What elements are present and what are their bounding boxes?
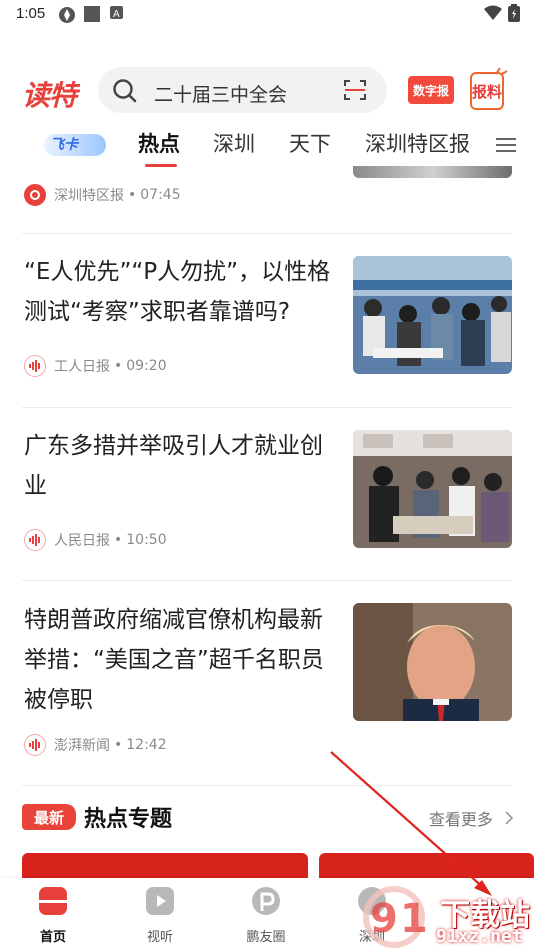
watermark-url: 91xz.net [436, 926, 523, 947]
svg-text:1: 1 [400, 896, 428, 942]
site-watermark: 9 1 下载站 91xz.net [360, 884, 534, 950]
watermark-logo-icon: 9 1 [363, 886, 428, 948]
svg-text:9: 9 [370, 896, 398, 942]
annotation-arrow [330, 751, 492, 896]
